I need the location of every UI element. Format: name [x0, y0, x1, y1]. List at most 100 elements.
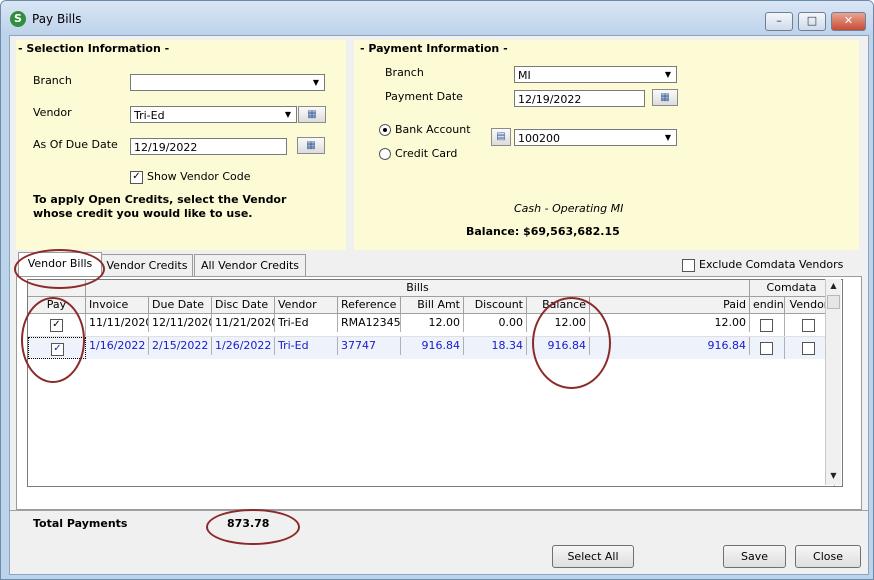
- bill-amt-cell: 916.84: [401, 337, 464, 355]
- payment-branch-select[interactable]: MI ▼: [514, 66, 677, 83]
- calendar-icon: ▦: [306, 140, 316, 151]
- window-title: Pay Bills: [32, 12, 82, 26]
- tab-vendor-credits[interactable]: Vendor Credits: [101, 254, 193, 276]
- group-header-comdata: Comdata: [750, 280, 834, 297]
- vendor-label: Vendor: [33, 106, 72, 119]
- scroll-up-icon[interactable]: ▲: [827, 279, 840, 293]
- col-header-bill-amt[interactable]: Bill Amt: [401, 297, 464, 314]
- comdata-vendor-checkbox[interactable]: [802, 319, 815, 332]
- account-balance: Balance: $69,563,682.15: [466, 225, 620, 238]
- bill-amt-cell: 12.00: [401, 314, 464, 332]
- bank-account-select[interactable]: 100200 ▼: [514, 129, 677, 146]
- chevron-down-icon: ▼: [312, 78, 320, 87]
- bank-account-label: Bank Account: [395, 123, 471, 136]
- col-header-invoice[interactable]: Invoice: [86, 297, 149, 314]
- vendor-value: Tri-Ed: [134, 109, 165, 122]
- footer-divider: [10, 510, 868, 511]
- vendor-lookup-button[interactable]: ▦: [298, 106, 326, 123]
- credit-card-radio[interactable]: [379, 148, 391, 160]
- col-header-disc-date[interactable]: Disc Date: [212, 297, 275, 314]
- client-area: - Selection Information - Branch ▼ Vendo…: [9, 35, 869, 575]
- payment-date-calendar-button[interactable]: ▦: [652, 89, 678, 106]
- paid-cell[interactable]: 12.00: [590, 314, 750, 332]
- payment-panel: - Payment Information - Branch MI ▼ Payme…: [354, 40, 859, 250]
- col-header-vendor[interactable]: Vendor: [275, 297, 338, 314]
- due-date-input[interactable]: 12/19/2022: [130, 138, 287, 155]
- bank-account-radio[interactable]: [379, 124, 391, 136]
- due-date-cell: 12/11/2020: [149, 314, 212, 332]
- minimize-button[interactable]: –: [765, 12, 793, 31]
- chevron-down-icon: ▼: [284, 110, 292, 119]
- col-header-pay[interactable]: Pay: [28, 297, 86, 314]
- chevron-down-icon: ▼: [664, 133, 672, 142]
- due-date-calendar-button[interactable]: ▦: [297, 137, 325, 154]
- scroll-down-icon[interactable]: ▼: [827, 469, 840, 483]
- select-all-button[interactable]: Select All: [552, 545, 634, 568]
- grid-vertical-scrollbar[interactable]: ▲ ▼: [825, 279, 841, 485]
- payment-date-label: Payment Date: [385, 90, 463, 103]
- pay-bills-window: S Pay Bills – □ ✕ - Selection Informatio…: [0, 0, 874, 580]
- pending-checkbox[interactable]: [760, 342, 773, 355]
- disc-date-cell: 1/26/2022: [212, 337, 275, 355]
- selection-panel: - Selection Information - Branch ▼ Vendo…: [16, 40, 346, 250]
- chevron-down-icon: ▼: [664, 70, 672, 79]
- table-row[interactable]: ✓ 11/11/2020 12/11/2020 11/21/2020 Tri-E…: [28, 314, 834, 337]
- pending-cell: [750, 337, 785, 359]
- discount-cell: 0.00: [464, 314, 527, 332]
- comdata-vendor-checkbox[interactable]: [802, 342, 815, 355]
- tab-vendor-bills[interactable]: Vendor Bills: [18, 252, 102, 277]
- exclude-comdata-checkbox[interactable]: [682, 259, 695, 272]
- table-row[interactable]: ✓ 1/16/2022 2/15/2022 1/26/2022 Tri-Ed 3…: [28, 337, 834, 359]
- discount-cell: 18.34: [464, 337, 527, 355]
- col-header-discount[interactable]: Discount: [464, 297, 527, 314]
- pending-cell: [750, 314, 785, 336]
- account-name: Cash - Operating MI: [514, 202, 624, 215]
- bank-account-value: 100200: [518, 132, 560, 145]
- payment-branch-label: Branch: [385, 66, 424, 79]
- title-bar: S Pay Bills – □ ✕: [1, 1, 873, 35]
- col-header-due-date[interactable]: Due Date: [149, 297, 212, 314]
- col-header-reference[interactable]: Reference: [338, 297, 401, 314]
- paid-cell[interactable]: 916.84: [590, 337, 750, 355]
- total-payments-label: Total Payments: [33, 517, 128, 530]
- maximize-button[interactable]: □: [798, 12, 826, 31]
- grid-frame: Bills Comdata Pay Invoice Due Date Disc …: [16, 276, 862, 510]
- disc-date-cell: 11/21/2020: [212, 314, 275, 332]
- calendar-icon: ▦: [660, 92, 670, 103]
- branch-label: Branch: [33, 74, 72, 87]
- tab-all-vendor-credits[interactable]: All Vendor Credits: [194, 254, 306, 276]
- bills-grid: Bills Comdata Pay Invoice Due Date Disc …: [27, 279, 843, 487]
- bank-lookup-button[interactable]: ▤: [491, 128, 511, 146]
- credit-card-label: Credit Card: [395, 147, 458, 160]
- pay-checkbox[interactable]: ✓: [51, 343, 64, 356]
- close-button[interactable]: Close: [795, 545, 861, 568]
- vendor-cell: Tri-Ed: [275, 314, 338, 332]
- binoculars-icon: ▦: [307, 109, 317, 120]
- col-header-paid[interactable]: Paid: [590, 297, 750, 314]
- col-header-pending[interactable]: endin: [750, 297, 785, 314]
- col-header-balance[interactable]: Balance: [527, 297, 590, 314]
- invoice-cell: 1/16/2022: [86, 337, 149, 355]
- close-window-button[interactable]: ✕: [831, 12, 866, 31]
- due-date-label: As Of Due Date: [33, 138, 118, 151]
- show-vendor-code-label: Show Vendor Code: [147, 170, 251, 183]
- branch-select[interactable]: ▼: [130, 74, 325, 91]
- group-header-bills: Bills: [86, 280, 750, 297]
- payment-date-input[interactable]: 12/19/2022: [514, 90, 645, 107]
- scroll-thumb[interactable]: [827, 295, 840, 309]
- show-vendor-code-checkbox[interactable]: ✓: [130, 171, 143, 184]
- reference-cell: RMA123458: [338, 314, 401, 332]
- vendor-select[interactable]: Tri-Ed ▼: [130, 106, 297, 123]
- open-credits-note: To apply Open Credits, select the Vendor…: [33, 193, 287, 220]
- invoice-cell: 11/11/2020: [86, 314, 149, 332]
- table-icon: ▤: [496, 131, 506, 142]
- reference-cell: 37747: [338, 337, 401, 355]
- payment-branch-value: MI: [518, 69, 531, 82]
- vendor-cell: Tri-Ed: [275, 337, 338, 355]
- balance-cell: 916.84: [527, 337, 590, 355]
- due-date-cell: 2/15/2022: [149, 337, 212, 355]
- pay-checkbox[interactable]: ✓: [50, 319, 63, 332]
- pending-checkbox[interactable]: [760, 319, 773, 332]
- pay-cell: ✓: [28, 314, 86, 336]
- save-button[interactable]: Save: [723, 545, 786, 568]
